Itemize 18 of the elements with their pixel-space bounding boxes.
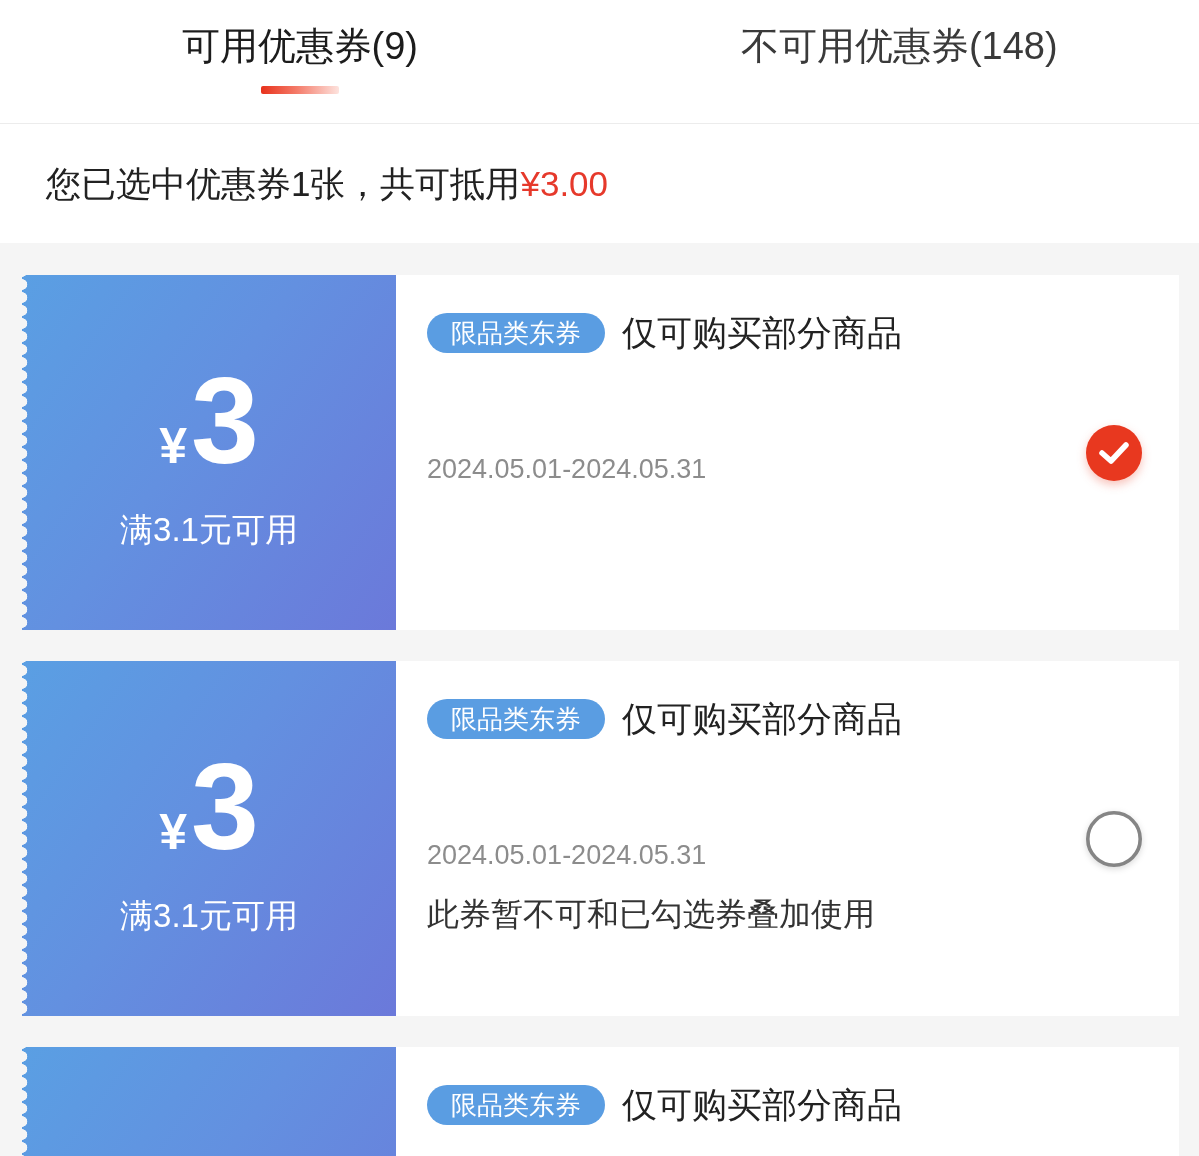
coupon-title: 仅可购买部分商品 — [622, 698, 902, 740]
coupon-title: 仅可购买部分商品 — [622, 312, 902, 354]
coupon-tag: 限品类东券 — [427, 313, 605, 353]
coupon-tag: 限品类东券 — [427, 1085, 605, 1125]
coupon-checkbox[interactable] — [1086, 810, 1142, 867]
coupon-title: 仅可购买部分商品 — [622, 1084, 902, 1126]
tab[interactable]: 不可用优惠券(148) — [740, 0, 1058, 94]
coupon-note: 此券暂不可和已勾选券叠加使用 — [427, 895, 875, 934]
tab[interactable]: 可用优惠券(9) — [181, 0, 418, 94]
coupon-condition: 满3.1元可用 — [120, 896, 298, 936]
coupon-condition: 满3.1元可用 — [120, 510, 298, 550]
validity-period: 2024.05.01-2024.05.31 — [427, 839, 707, 872]
coupon-tag: 限品类东券 — [427, 699, 605, 739]
coupon-amount: ¥3 — [159, 746, 259, 868]
coupon-checkbox[interactable] — [1086, 424, 1142, 481]
selection-summary: 您已选中优惠券1张，共可抵用¥3.00 — [46, 162, 609, 205]
coupon-amount: ¥3 — [159, 360, 259, 482]
validity-period: 2024.05.01-2024.05.31 — [427, 453, 707, 486]
